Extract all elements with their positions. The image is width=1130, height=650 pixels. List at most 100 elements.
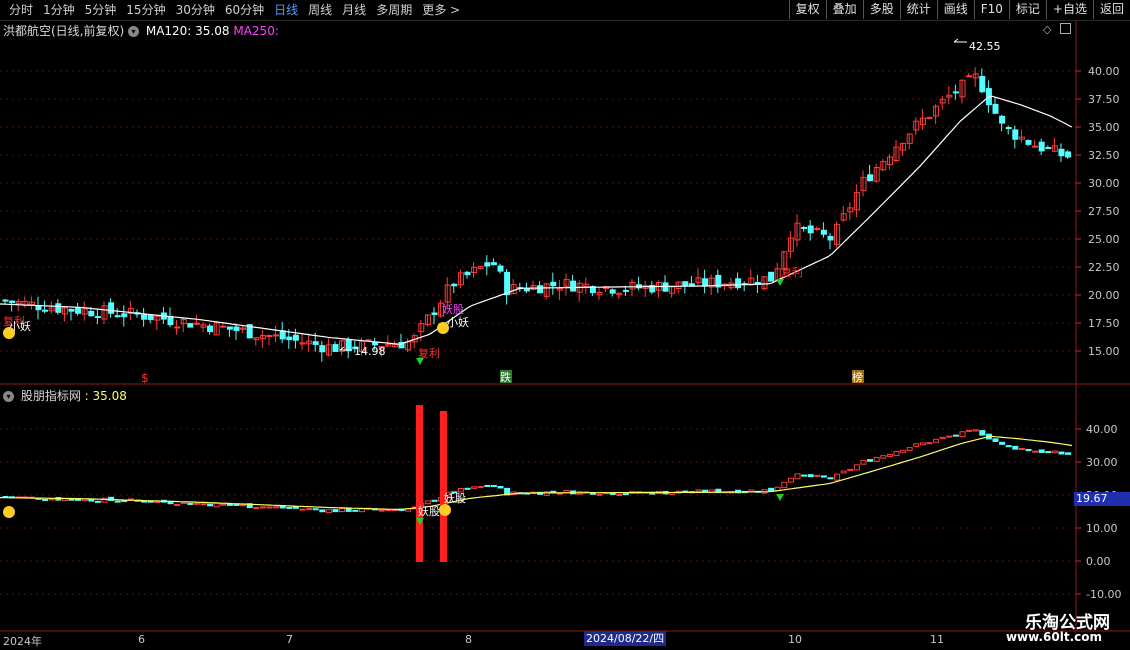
candle-body [1012,129,1019,140]
candle-body [1058,148,1065,157]
chart-canvas[interactable]: 42.55 14.98 复利 小妖 妖股 小妖 复利 复利 $ 跌 榜 妖股 妖… [0,0,1130,650]
sub-candle [220,503,227,506]
candle-body [207,325,214,333]
candle-body [570,280,577,292]
sub-candle [306,508,313,511]
sub-candle [121,500,128,503]
candle-body [867,174,874,182]
y-tick-label: 15.00 [1088,345,1120,358]
candle-body [108,302,115,314]
sub-candle [319,509,326,513]
candle-body [319,345,326,353]
sub-candle [424,500,431,505]
sub-candle [312,508,319,511]
sub-candle [919,442,926,446]
sub-candle [596,493,603,496]
sub-candle [292,506,299,509]
candle-body [220,325,227,328]
candle-body [94,316,101,319]
sub-candle [1032,450,1039,453]
y-tick-label: 17.50 [1088,317,1120,330]
date-label: 7 [286,633,293,646]
smiley-icon [439,504,451,516]
sub-candle [61,498,68,502]
sub-candle [94,500,101,503]
y-tick-label: 30.00 [1086,456,1118,469]
y-tick-label: 30.00 [1088,177,1120,190]
candle-body [451,283,458,287]
sub-candle [200,503,207,506]
candle-body [167,315,174,326]
sub-candle [873,456,880,462]
candle-body [266,335,273,338]
sub-candle [913,443,920,447]
candle-body [147,314,154,321]
ma120-line [0,95,1073,345]
sub-candle [286,506,293,509]
sub-candle [1051,450,1058,454]
sub-candle [609,492,616,495]
date-label: 2024年 [3,635,42,648]
y-tick-label: 35.00 [1088,121,1120,134]
sub-candle [378,509,385,512]
sub-candle [226,503,233,506]
sub-candle [1012,445,1019,450]
candle-body [966,75,973,78]
sub-candle [906,447,913,451]
sub-candle [174,503,181,506]
high-marker: 42.55 [953,38,1001,53]
candle-body [702,278,709,287]
signal-fuli: 复利 [418,346,440,360]
y-tick-label: 25.00 [1088,233,1120,246]
candle-body [312,341,319,345]
sub-candle [1058,451,1065,455]
candle-body [345,338,352,352]
sub-candle [114,500,121,503]
candle-body [992,103,999,114]
sub-candle [332,509,339,513]
candle-body [979,76,986,93]
candle-body [1005,127,1012,130]
date-label: 11 [930,633,944,646]
candle-body [484,262,491,267]
sub-candle [193,502,200,505]
candle-body [233,326,240,332]
sub-candle [299,508,306,511]
sub-candle [959,431,966,438]
candle-body [279,330,286,340]
date-axis: 2024年 6 7 8 10 11 [0,631,1076,650]
event-rank[interactable]: 榜 [852,370,863,384]
candle-body [550,281,557,287]
sub-candle [1065,452,1072,455]
signal-fuli: 复利 [781,265,803,279]
sub-candle [273,506,280,509]
sub-candle [992,438,999,442]
sub-candle [464,487,471,490]
sub-candle [834,473,841,481]
sub-candle [900,449,907,453]
candle-body [801,227,808,230]
sub-candle [471,486,478,489]
candle-body [431,312,438,316]
y-tick-label: 20.00 [1088,289,1120,302]
y-tick-label: 40.00 [1086,423,1118,436]
y-tick-label: 40.00 [1088,65,1120,78]
candle-body [926,116,933,119]
signal-bar [440,411,447,562]
sub-candle [946,435,953,438]
sub-candle [325,509,332,514]
candle-body [682,281,689,287]
candle-body [504,271,511,296]
sub-candle [807,474,814,478]
candle-body [768,271,775,282]
sub-candle [1038,449,1045,454]
sub-candle [893,450,900,456]
sub-candle [88,499,95,502]
event-dollar[interactable]: $ [141,371,149,385]
candle-body [735,278,742,289]
down-arrow-icon [416,358,424,365]
candle-body [1025,140,1032,145]
event-drop[interactable]: 跌 [500,370,511,384]
candle-body [820,229,827,235]
sub-candle [253,507,260,510]
